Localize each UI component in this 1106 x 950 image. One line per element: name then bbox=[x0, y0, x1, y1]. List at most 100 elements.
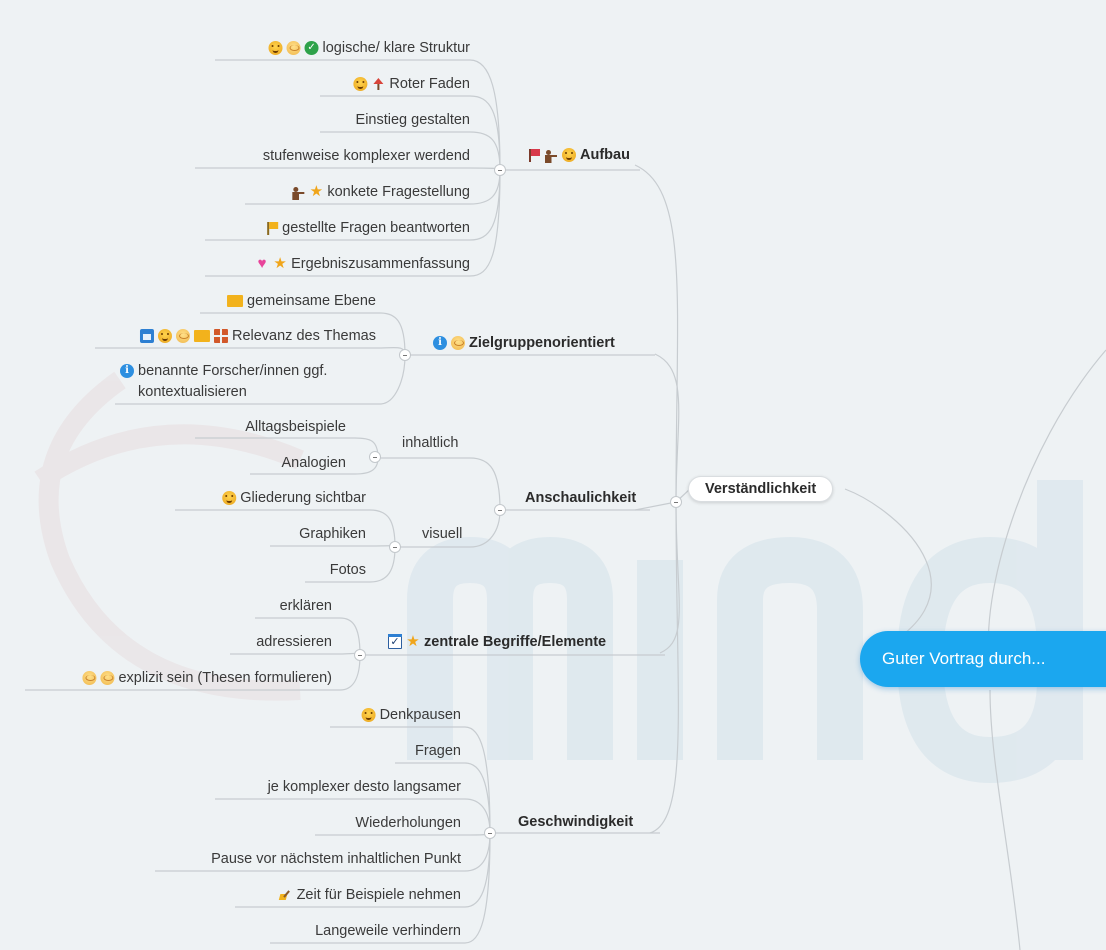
calendar-icon bbox=[139, 329, 154, 343]
node-label: Einstieg gestalten bbox=[355, 112, 470, 128]
node-label: Wiederholungen bbox=[355, 815, 461, 831]
node-label: Alltagsbeispiele bbox=[245, 419, 346, 435]
info-icon bbox=[433, 336, 447, 350]
branch-label: Anschaulichkeit bbox=[525, 490, 637, 506]
subbranch-inhaltlich[interactable]: inhaltlich bbox=[402, 434, 458, 452]
node-label: Relevanz des Themas bbox=[231, 328, 376, 344]
subbranch-visuell[interactable]: visuell bbox=[422, 525, 462, 543]
collapse-toggle-geschwindigkeit[interactable] bbox=[484, 827, 496, 839]
smiley-icon bbox=[157, 329, 172, 343]
branch-label: zentrale Begriffe/Elemente bbox=[424, 634, 607, 650]
smiley-icon bbox=[222, 491, 237, 505]
checkbox-icon bbox=[388, 634, 402, 649]
star-icon bbox=[273, 257, 287, 271]
collapse-toggle-zielgruppe[interactable] bbox=[399, 349, 411, 361]
yellow-rect-icon bbox=[193, 330, 210, 342]
node-pause[interactable]: Pause vor nächstem inhaltlichen Punkt bbox=[211, 850, 461, 868]
node-forscher[interactable]: benannte Forscher/innen ggf. kontextuali… bbox=[120, 362, 327, 401]
topic-node-verstaendlichkeit[interactable]: Verständlichkeit bbox=[688, 476, 834, 502]
branch-aufbau[interactable]: Aufbau bbox=[528, 146, 630, 164]
node-label: stufenweise komplexer werdend bbox=[262, 148, 470, 164]
node-ergebnis[interactable]: Ergebniszusammenfassung bbox=[255, 255, 470, 273]
node-label: Pause vor nächstem inhaltlichen Punkt bbox=[211, 851, 461, 867]
node-label: inhaltlich bbox=[402, 435, 459, 451]
node-label: Denkpausen bbox=[379, 707, 461, 723]
yellow-rect-icon bbox=[227, 295, 244, 307]
star-icon bbox=[309, 185, 323, 199]
node-denkpausen[interactable]: Denkpausen bbox=[361, 706, 461, 724]
node-beispiele[interactable]: Zeit für Beispiele nehmen bbox=[279, 886, 461, 904]
node-einstieg[interactable]: Einstieg gestalten bbox=[356, 111, 470, 129]
node-explizit[interactable]: explizit sein (Thesen formulieren) bbox=[82, 669, 332, 687]
brush-icon bbox=[279, 888, 293, 902]
node-label: Langeweile verhindern bbox=[315, 923, 461, 939]
person-pointing-icon bbox=[544, 148, 558, 163]
node-erklaeren[interactable]: erklären bbox=[280, 597, 332, 615]
branch-label: Aufbau bbox=[580, 147, 630, 163]
smiley-icon bbox=[361, 708, 376, 722]
node-label-line2: kontextualisieren bbox=[138, 384, 247, 400]
node-label: gemeinsame Ebene bbox=[247, 293, 376, 309]
node-stufenweise[interactable]: stufenweise komplexer werdend bbox=[263, 147, 470, 165]
node-label: adressieren bbox=[256, 634, 332, 650]
blush-icon bbox=[82, 671, 97, 685]
node-graphiken[interactable]: Graphiken bbox=[299, 525, 366, 543]
node-komplexer[interactable]: je komplexer desto langsamer bbox=[268, 778, 461, 796]
node-logische-struktur[interactable]: logische/ klare Struktur bbox=[268, 39, 470, 57]
branch-zielgruppe[interactable]: Zielgruppenorientiert bbox=[433, 334, 615, 352]
collapse-toggle-inhaltlich[interactable] bbox=[369, 451, 381, 463]
node-wiederholungen[interactable]: Wiederholungen bbox=[355, 814, 461, 832]
branch-label: Zielgruppenorientiert bbox=[469, 335, 615, 351]
node-gliederung[interactable]: Gliederung sichtbar bbox=[222, 489, 366, 507]
smiley-icon bbox=[353, 77, 368, 91]
node-label: explizit sein (Thesen formulieren) bbox=[118, 670, 332, 686]
collapse-toggle-aufbau[interactable] bbox=[494, 164, 506, 176]
node-fragen[interactable]: Fragen bbox=[415, 742, 461, 760]
node-label: Graphiken bbox=[299, 526, 366, 542]
yellow-flag-icon bbox=[266, 221, 279, 235]
node-label: logische/ klare Struktur bbox=[322, 40, 470, 56]
blush-icon bbox=[175, 329, 190, 343]
node-label: Gliederung sichtbar bbox=[240, 490, 366, 506]
collapse-toggle-anschaulichkeit[interactable] bbox=[494, 504, 506, 516]
node-analogien[interactable]: Analogien bbox=[282, 454, 347, 472]
node-fragen-beantworten[interactable]: gestellte Fragen beantworten bbox=[266, 219, 470, 237]
node-adressieren[interactable]: adressieren bbox=[256, 633, 332, 651]
red-flag-icon bbox=[528, 148, 540, 162]
node-roter-faden[interactable]: Roter Faden bbox=[353, 75, 470, 93]
heart-icon bbox=[255, 257, 269, 271]
node-fotos[interactable]: Fotos bbox=[330, 561, 366, 579]
mind-map-canvas[interactable]: Guter Vortrag durch... Verständlichkeit … bbox=[0, 0, 1106, 950]
blush-icon bbox=[451, 336, 465, 350]
star-icon bbox=[406, 635, 420, 649]
node-label: Fotos bbox=[329, 562, 366, 578]
node-label: Ergebniszusammenfassung bbox=[291, 256, 470, 272]
branch-begriffe[interactable]: zentrale Begriffe/Elemente bbox=[388, 633, 606, 651]
node-label: Analogien bbox=[281, 455, 347, 471]
checkmark-icon bbox=[304, 41, 319, 55]
branch-label: Geschwindigkeit bbox=[518, 814, 634, 830]
collapse-toggle-topic[interactable] bbox=[670, 496, 682, 508]
grid-icon bbox=[213, 329, 228, 343]
branch-geschwindigkeit[interactable]: Geschwindigkeit bbox=[518, 813, 633, 831]
up-arrow-icon bbox=[371, 77, 385, 91]
branch-anschaulichkeit[interactable]: Anschaulichkeit bbox=[525, 489, 636, 507]
node-gemeinsame-ebene[interactable]: gemeinsame Ebene bbox=[227, 292, 376, 310]
node-label: Fragen bbox=[415, 743, 461, 759]
node-langeweile[interactable]: Langeweile verhindern bbox=[315, 922, 461, 940]
smiley-icon bbox=[268, 41, 283, 55]
node-fragestellung[interactable]: konkete Fragestellung bbox=[291, 183, 470, 201]
node-label: Zeit für Beispiele nehmen bbox=[296, 887, 461, 903]
collapse-toggle-visuell[interactable] bbox=[389, 541, 401, 553]
node-label: gestellte Fragen beantworten bbox=[282, 220, 470, 236]
collapse-toggle-begriffe[interactable] bbox=[354, 649, 366, 661]
connector-lines bbox=[25, 59, 1106, 950]
person-pointing-icon bbox=[291, 185, 305, 200]
node-relevanz[interactable]: Relevanz des Themas bbox=[139, 327, 376, 345]
node-label-line1: benannte Forscher/innen ggf. bbox=[138, 363, 328, 379]
root-node[interactable]: Guter Vortrag durch... bbox=[860, 631, 1106, 687]
node-label: erklären bbox=[279, 598, 332, 614]
info-icon bbox=[120, 364, 134, 378]
node-alltagsbeispiele[interactable]: Alltagsbeispiele bbox=[245, 418, 346, 436]
smiley-icon bbox=[562, 148, 576, 162]
